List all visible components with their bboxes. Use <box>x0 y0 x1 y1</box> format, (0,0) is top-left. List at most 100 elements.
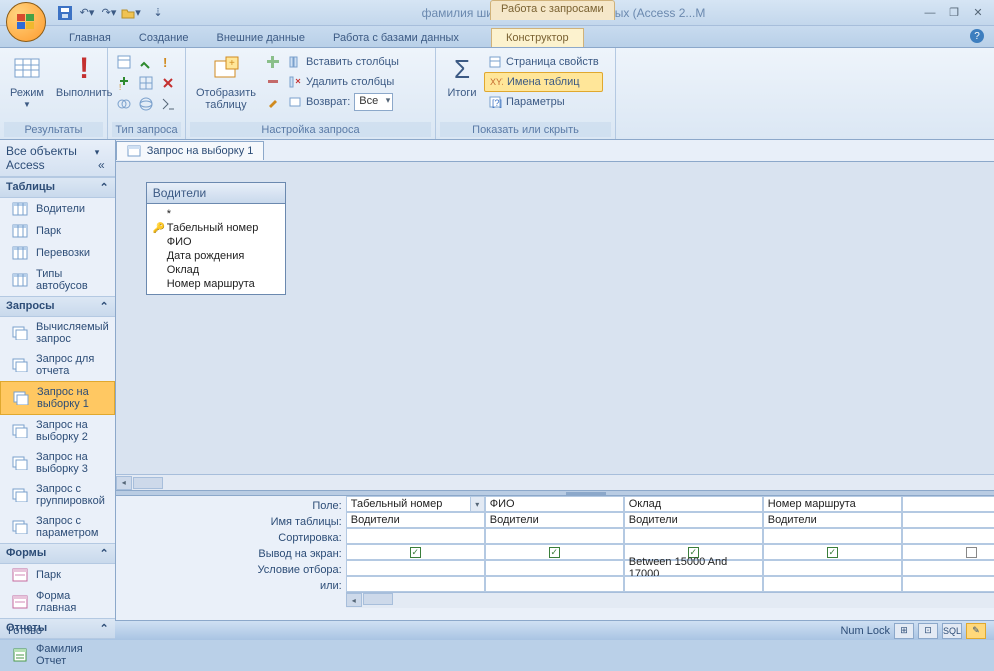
nav-item[interactable]: Фамилия Отчет <box>0 639 115 671</box>
view-pivottable-button[interactable]: ⊡ <box>918 623 938 639</box>
doc-tab-item[interactable]: Запрос на выборку 1 <box>116 141 265 160</box>
redo-icon[interactable]: ↷▾ <box>99 3 119 23</box>
view-sql-button[interactable]: SQL <box>942 623 962 639</box>
field-list-item[interactable]: Оклад <box>153 263 279 277</box>
union-query-icon[interactable] <box>114 94 134 114</box>
qat-customize-icon[interactable]: ⇣ <box>148 3 168 23</box>
view-mode-button[interactable]: Режим▼ <box>4 50 50 116</box>
grid-cell[interactable] <box>902 576 994 592</box>
table-field-list[interactable]: Водители *🔑Табельный номерФИОДата рожден… <box>146 182 286 295</box>
append-query-icon[interactable]: ! <box>158 52 178 72</box>
field-list-item[interactable]: ФИО <box>153 235 279 249</box>
grid-cell[interactable] <box>902 528 994 544</box>
tab-design[interactable]: Конструктор <box>491 28 584 47</box>
insert-rows-button[interactable] <box>262 52 284 72</box>
view-design-button[interactable]: ✎ <box>966 623 986 639</box>
grid-cell[interactable]: Номер маршрута <box>763 496 902 512</box>
upper-h-scrollbar[interactable]: ◂▸ <box>116 474 994 490</box>
field-list-item[interactable]: Номер маршрута <box>153 277 279 291</box>
table-names-button[interactable]: XYZИмена таблиц <box>484 72 603 92</box>
nav-item[interactable]: Запрос на выборку 2 <box>0 415 115 447</box>
nav-item[interactable]: Парк <box>0 564 115 586</box>
grid-cell[interactable] <box>902 512 994 528</box>
make-table-query-icon[interactable] <box>136 52 156 72</box>
nav-item[interactable]: Запрос для отчета <box>0 349 115 381</box>
restore-button[interactable]: ❐ <box>944 4 964 22</box>
grid-cell[interactable] <box>485 560 624 576</box>
nav-item[interactable]: Водители <box>0 198 115 220</box>
field-list-item[interactable]: 🔑Табельный номер <box>153 221 279 235</box>
totals-button[interactable]: ΣИтоги <box>440 50 484 116</box>
update-query-icon[interactable]: ! <box>114 73 134 93</box>
parameters-button[interactable]: [?]Параметры <box>484 92 603 112</box>
nav-group-queries[interactable]: Запросы⌃ <box>0 296 115 317</box>
grid-cell[interactable]: ✓ <box>346 544 485 560</box>
insert-columns-button[interactable]: Вставить столбцы <box>284 52 403 72</box>
tab-external-data[interactable]: Внешние данные <box>203 29 319 47</box>
nav-group-forms[interactable]: Формы⌃ <box>0 543 115 564</box>
grid-cell[interactable] <box>902 544 994 560</box>
nav-item[interactable]: Запрос с параметром <box>0 511 115 543</box>
grid-cell[interactable]: ✓ <box>763 544 902 560</box>
show-checkbox[interactable]: ✓ <box>827 547 838 558</box>
nav-item[interactable]: Перевозки <box>0 242 115 264</box>
passthrough-query-icon[interactable] <box>136 94 156 114</box>
grid-cell[interactable] <box>346 560 485 576</box>
field-list-item[interactable]: * <box>153 207 279 221</box>
office-button[interactable] <box>6 2 46 42</box>
grid-cell[interactable]: Водители <box>485 512 624 528</box>
nav-header[interactable]: Все объекты Access▾ « <box>0 140 115 177</box>
close-button[interactable]: ✕ <box>968 4 988 22</box>
nav-item[interactable]: Форма главная <box>0 586 115 618</box>
grid-cell[interactable] <box>763 528 902 544</box>
undo-icon[interactable]: ↶▾ <box>77 3 97 23</box>
crosstab-query-icon[interactable] <box>136 73 156 93</box>
query-design-upper-pane[interactable]: Водители *🔑Табельный номерФИОДата рожден… <box>116 162 994 474</box>
open-folder-icon[interactable]: ▾ <box>121 3 141 23</box>
grid-cell[interactable]: ФИО <box>485 496 624 512</box>
return-combo[interactable]: Возврат: Все <box>284 92 403 112</box>
grid-cell[interactable] <box>346 576 485 592</box>
grid-cell[interactable]: Водители <box>763 512 902 528</box>
tab-home[interactable]: Главная <box>55 29 125 47</box>
minimize-button[interactable]: — <box>920 4 940 22</box>
tab-create[interactable]: Создание <box>125 29 203 47</box>
delete-columns-button[interactable]: Удалить столбцы <box>284 72 403 92</box>
dropdown-arrow-icon[interactable]: ▾ <box>470 497 484 511</box>
grid-h-scrollbar[interactable]: ◂▸ <box>346 592 994 608</box>
delete-rows-button[interactable] <box>262 72 284 92</box>
property-sheet-button[interactable]: Страница свойств <box>484 52 603 72</box>
grid-cell[interactable] <box>346 528 485 544</box>
builder-button[interactable] <box>262 92 284 112</box>
grid-cell[interactable]: ✓ <box>485 544 624 560</box>
grid-cell[interactable] <box>485 528 624 544</box>
grid-cell[interactable] <box>624 576 763 592</box>
nav-item[interactable]: Парк <box>0 220 115 242</box>
grid-cell[interactable]: Табельный номер▾ <box>346 496 485 512</box>
select-query-icon[interactable] <box>114 52 134 72</box>
view-datasheet-button[interactable]: ⊞ <box>894 623 914 639</box>
grid-cell[interactable]: Between 15000 And 17000 <box>624 560 763 576</box>
nav-item[interactable]: Типы автобусов <box>0 264 115 296</box>
grid-cell[interactable] <box>763 576 902 592</box>
grid-cell[interactable] <box>902 560 994 576</box>
help-icon[interactable]: ? <box>970 29 984 43</box>
grid-cell[interactable] <box>485 576 624 592</box>
nav-item[interactable]: Запрос на выборку 3 <box>0 447 115 479</box>
grid-cell[interactable] <box>624 528 763 544</box>
nav-item[interactable]: Вычисляемый запрос <box>0 317 115 349</box>
grid-cell[interactable] <box>763 560 902 576</box>
show-table-button[interactable]: +Отобразить таблицу <box>190 50 262 116</box>
show-checkbox[interactable] <box>966 547 977 558</box>
nav-item[interactable]: Запрос с группировкой <box>0 479 115 511</box>
grid-cell[interactable]: Водители <box>624 512 763 528</box>
field-list-item[interactable]: Дата рождения <box>153 249 279 263</box>
nav-item[interactable]: Запрос на выборку 1 <box>0 381 115 415</box>
tab-database-tools[interactable]: Работа с базами данных <box>319 29 473 47</box>
show-checkbox[interactable]: ✓ <box>549 547 560 558</box>
nav-group-tables[interactable]: Таблицы⌃ <box>0 177 115 198</box>
delete-query-icon[interactable] <box>158 73 178 93</box>
save-icon[interactable] <box>55 3 75 23</box>
grid-cell[interactable] <box>902 496 994 512</box>
grid-cell[interactable]: Оклад <box>624 496 763 512</box>
